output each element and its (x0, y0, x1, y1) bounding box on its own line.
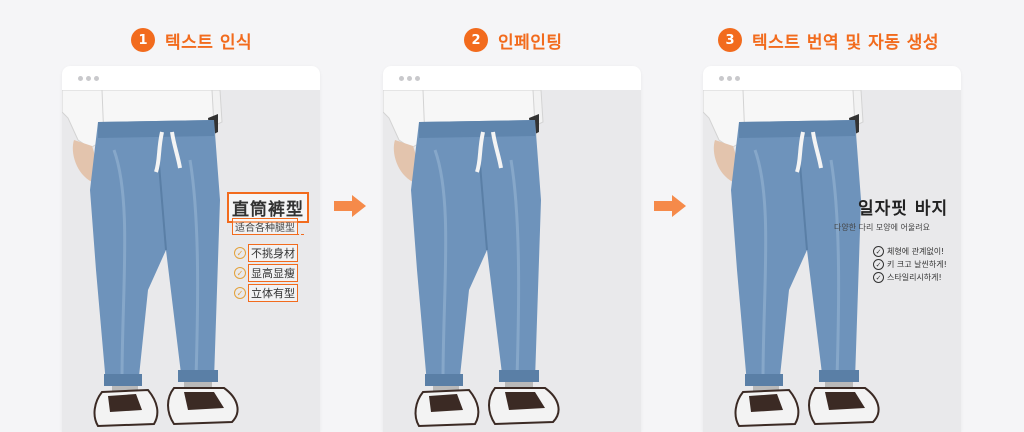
window-titlebar (62, 66, 320, 90)
ko-feature-3: ✓ 스타일리시하게! (873, 272, 942, 283)
window-titlebar (383, 66, 641, 90)
arrow-right-icon (334, 195, 366, 217)
zh-feature-1: ✓ 不挑身材 (234, 244, 298, 262)
step-1-number: 1 (131, 28, 155, 52)
window-dots-icon (735, 76, 740, 81)
window-dots-icon (407, 76, 412, 81)
zh-feature-label: 不挑身材 (248, 244, 298, 262)
window-dots-icon (78, 76, 83, 81)
ko-feature-label: 체형에 관계없이! (887, 247, 945, 256)
ko-title: 일자핏 바지 (858, 199, 949, 219)
dashed-divider (232, 234, 304, 235)
ko-feature-label: 키 크고 날씬하게! (887, 260, 947, 269)
zh-feature-3: ✓ 立体有型 (234, 284, 298, 302)
window-dots-icon (415, 76, 420, 81)
frame-text-recognition: 直筒裤型 适合各种腿型 ✓ 不挑身材 ✓ 显高显瘦 ✓ 立体有型 (62, 66, 320, 432)
step-1-label: 텍스트 인식 (165, 32, 253, 53)
window-dots-icon (86, 76, 91, 81)
check-circle-icon: ✓ (873, 246, 884, 257)
check-circle-icon: ✓ (234, 247, 246, 259)
step-3-number: 3 (718, 28, 742, 52)
zh-subtitle-box: 适合各种腿型 (232, 218, 298, 235)
check-circle-icon: ✓ (234, 287, 246, 299)
step-2-number: 2 (464, 28, 488, 52)
frame-inpainting (383, 66, 641, 432)
zh-feature-2: ✓ 显高显瘦 (234, 264, 298, 282)
ko-subtitle: 다양한 다리 모양에 어울려요 (834, 223, 930, 232)
ko-feature-label: 스타일리시하게! (887, 273, 942, 282)
window-dots-icon (727, 76, 732, 81)
check-circle-icon: ✓ (873, 272, 884, 283)
zh-feature-label: 立体有型 (248, 284, 298, 302)
jeans-product-photo (383, 90, 641, 432)
zh-feature-label: 显高显瘦 (248, 264, 298, 282)
step-3-label: 텍스트 번역 및 자동 생성 (752, 32, 940, 53)
step-3-header: 3 텍스트 번역 및 자동 생성 (718, 26, 939, 54)
ko-feature-2: ✓ 키 크고 날씬하게! (873, 259, 947, 270)
check-circle-icon: ✓ (873, 259, 884, 270)
arrow-right-icon (654, 195, 686, 217)
window-titlebar (703, 66, 961, 90)
step-1-header: 1 텍스트 인식 (131, 26, 252, 54)
window-dots-icon (719, 76, 724, 81)
ko-feature-1: ✓ 체형에 관계없이! (873, 246, 944, 257)
step-2-header: 2 인페인팅 (464, 26, 563, 54)
step-2-label: 인페인팅 (498, 32, 563, 53)
window-dots-icon (94, 76, 99, 81)
check-circle-icon: ✓ (234, 267, 246, 279)
window-dots-icon (399, 76, 404, 81)
frame-translation: 일자핏 바지 다양한 다리 모양에 어울려요 ✓ 체형에 관계없이! ✓ 키 크… (703, 66, 961, 432)
